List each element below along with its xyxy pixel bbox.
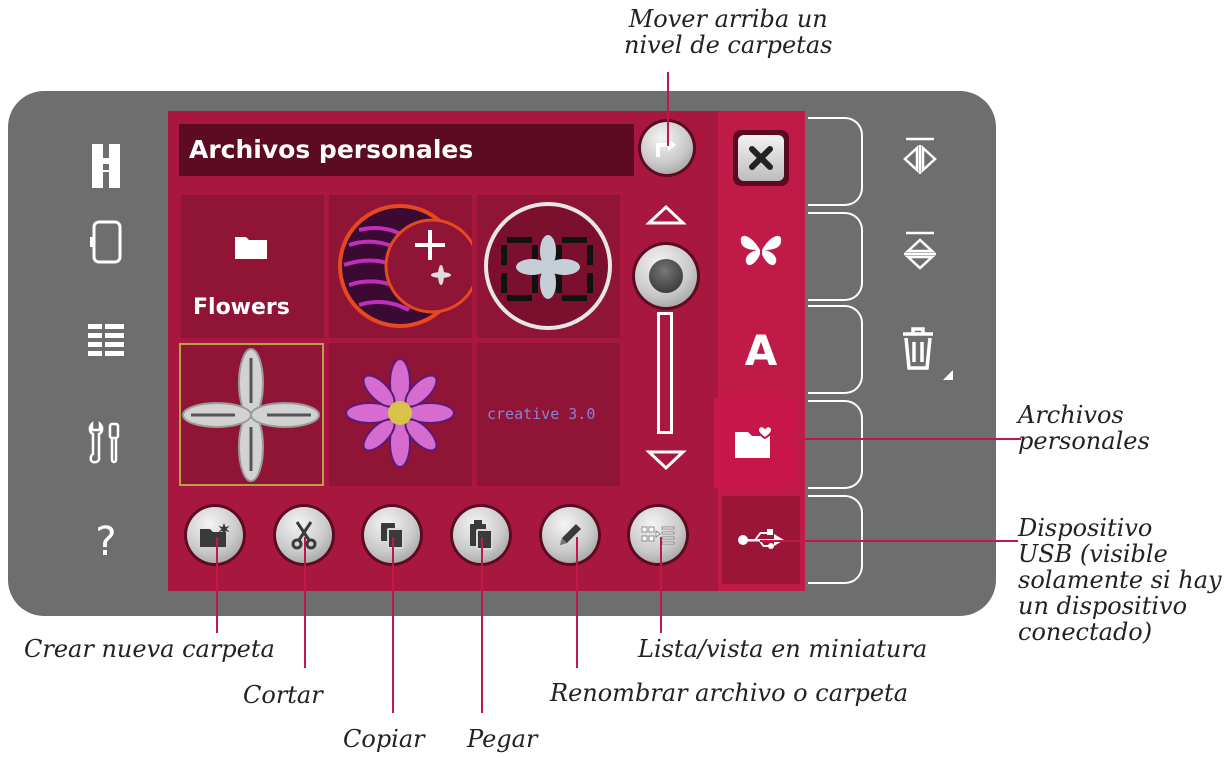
callout-paste: Pegar [467,725,538,753]
new-folder-button[interactable] [187,507,243,563]
scroll-thumb[interactable] [635,245,697,307]
cross-design-thumbnail [182,348,320,482]
callout-usb-device: Dispositivo USB (visible solamente si ha… [1018,514,1222,646]
folder-tile-flowers[interactable]: Flowers [181,195,324,338]
list-view-icon [641,526,675,545]
callout-copy: Copiar [343,725,425,753]
bracket [808,117,863,206]
mirror-horizontal-icon[interactable] [900,136,940,176]
flower-design-thumbnail [345,358,455,468]
callout-line [216,537,218,633]
help-icon[interactable]: ? [76,512,136,572]
pencil-icon [560,524,581,545]
callout-line [304,537,306,668]
design-tile-creative-text[interactable]: creative 3.0 [477,343,620,486]
design-tile-moon[interactable] [329,195,480,338]
moon-design-thumbnail [338,204,480,328]
tab-personal-files[interactable] [714,398,796,488]
design-tile-cross-selected[interactable] [179,343,324,486]
callout-line [576,537,578,668]
mirror-vertical-icon[interactable] [900,230,940,274]
callout-line [481,537,483,713]
design-tile-flower[interactable] [329,343,472,486]
design-tile-digits[interactable] [477,195,620,338]
scroll-up-arrow-icon[interactable] [645,203,687,227]
tab-designs[interactable] [722,204,800,296]
font-a-icon: A [744,325,778,375]
callout-rename: Renombrar archivo o carpeta [550,679,908,707]
home-icon[interactable] [76,136,136,196]
callout-list-view: Lista/vista en miniatura [638,635,928,663]
bracket [808,400,863,489]
hoop-icon[interactable] [76,212,136,272]
callout-new-folder: Crear nueva carpeta [24,635,275,663]
callout-personal-files: Archivos personales [1018,401,1150,455]
rename-button[interactable] [542,507,598,563]
folder-label: Flowers [193,295,290,320]
scroll-down-arrow-icon[interactable] [645,448,687,472]
bracket [808,212,863,301]
trash-icon[interactable] [897,322,955,382]
folder-icon [235,237,267,259]
scroll-track[interactable] [657,312,673,434]
callout-up-folder: Mover arriba un nivel de carpetas [624,5,833,59]
list-thumbnail-toggle-button[interactable] [630,507,686,563]
callout-line [667,72,669,146]
bracket [808,305,863,394]
callout-cut: Cortar [243,681,323,709]
tools-icon[interactable] [76,412,136,472]
page-title: Archivos personales [179,124,634,176]
tab-fonts[interactable]: A [722,304,800,396]
callout-line [660,537,662,633]
digits-design-thumbnail [484,202,612,330]
butterfly-icon [740,235,782,266]
creative-text-label: creative 3.0 [487,405,596,423]
close-tab[interactable] [722,116,800,200]
close-icon [738,135,784,181]
callout-line [760,540,1018,542]
list-menu-icon[interactable] [76,310,136,370]
callout-line [770,438,1021,440]
personal-folder-icon [735,426,774,458]
callout-line [392,537,394,713]
new-folder-icon [200,523,230,547]
